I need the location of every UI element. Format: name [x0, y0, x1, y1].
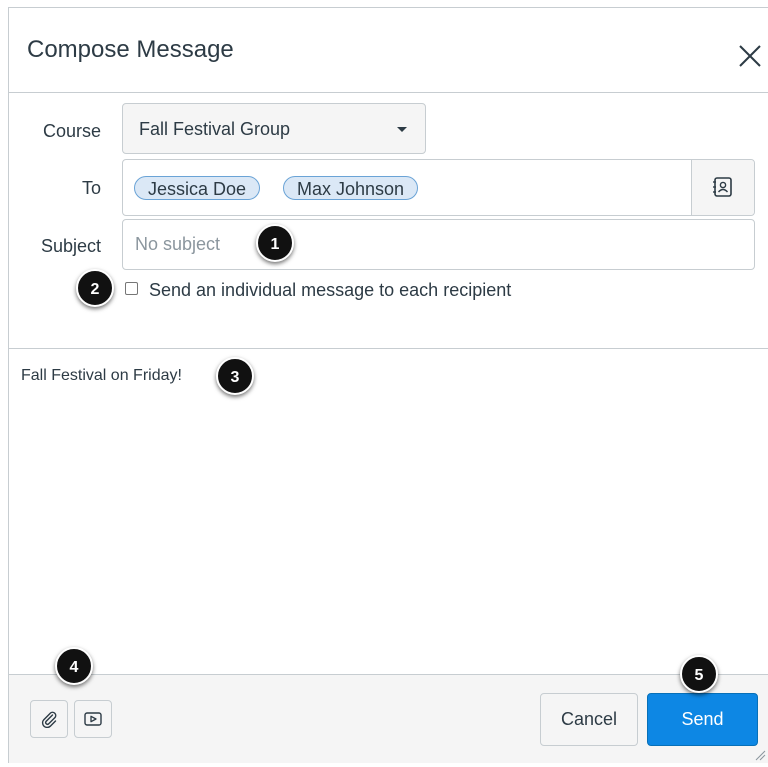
callout-badge: 3	[216, 357, 254, 395]
compose-message-dialog: Compose Message Course Fall Festival Gro…	[8, 7, 768, 763]
send-button[interactable]: Send	[647, 693, 758, 746]
callout-badge: 5	[680, 655, 718, 693]
message-body[interactable]: Fall Festival on Friday!	[21, 367, 182, 385]
close-icon	[739, 45, 761, 67]
chevron-down-icon	[397, 127, 407, 132]
dialog-title: Compose Message	[27, 36, 234, 63]
dialog-footer: Cancel Send	[9, 674, 768, 763]
callout-badge: 4	[55, 647, 93, 685]
attach-file-button[interactable]	[30, 700, 68, 738]
callout-badge: 1	[256, 224, 294, 262]
course-select[interactable]: Fall Festival Group	[122, 103, 426, 154]
media-icon	[84, 712, 102, 726]
to-label: To	[81, 178, 101, 198]
paperclip-icon	[41, 711, 57, 728]
dialog-header: Compose Message	[9, 8, 768, 93]
cancel-button[interactable]: Cancel	[540, 693, 638, 746]
course-label: Course	[42, 121, 101, 141]
address-book-button[interactable]	[691, 160, 754, 215]
individual-message-checkbox[interactable]	[125, 282, 138, 295]
recipients-field[interactable]: Jessica Doe Max Johnson	[122, 159, 755, 216]
address-book-icon	[713, 177, 732, 197]
individual-message-label[interactable]: Send an individual message to each recip…	[149, 280, 511, 301]
subject-label: Subject	[40, 236, 101, 256]
course-select-value: Fall Festival Group	[139, 119, 291, 139]
recipient-token[interactable]: Max Johnson	[283, 176, 419, 200]
subject-input[interactable]	[122, 219, 755, 270]
resize-handle-icon[interactable]	[754, 749, 766, 761]
record-media-button[interactable]	[74, 700, 112, 738]
divider	[9, 348, 768, 349]
recipient-token[interactable]: Jessica Doe	[134, 176, 261, 200]
close-button[interactable]	[736, 42, 764, 70]
callout-badge: 2	[76, 269, 114, 307]
